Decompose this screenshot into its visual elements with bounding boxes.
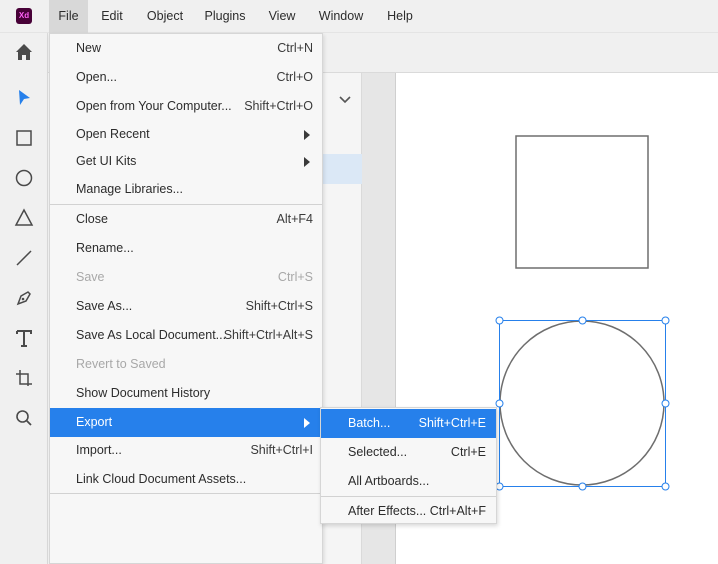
menu-view[interactable]: View: [264, 0, 300, 33]
menu-window[interactable]: Window: [314, 0, 368, 33]
rectangle-shape[interactable]: [515, 135, 649, 269]
ellipse-shape-selected[interactable]: [495, 316, 670, 491]
submenu-arrow-icon: [304, 130, 310, 140]
menu-item-close[interactable]: Close Alt+F4: [50, 205, 322, 234]
home-icon[interactable]: [12, 40, 36, 64]
menu-bar: Xd File Edit Object Plugins View Window …: [0, 0, 718, 33]
menu-file[interactable]: File: [49, 0, 88, 33]
menu-item-label: Save As Local Document...: [76, 328, 227, 342]
menu-item-label: Show Document History: [76, 386, 211, 400]
ellipse-icon[interactable]: [12, 166, 36, 190]
menu-item-import[interactable]: Import... Shift+Ctrl+I: [50, 436, 322, 465]
text-icon[interactable]: [12, 326, 36, 350]
polygon-icon[interactable]: [12, 206, 36, 230]
menu-item-label: After Effects...: [348, 504, 427, 518]
select-arrow-icon[interactable]: [12, 86, 36, 110]
menu-item-revert-to-saved: Revert to Saved: [50, 350, 322, 379]
menu-item-get-ui-kits[interactable]: Get UI Kits: [50, 147, 322, 176]
menu-item-shortcut: Shift+Ctrl+I: [250, 443, 313, 457]
menu-item-label: Batch...: [348, 416, 391, 430]
submenu-arrow-icon: [304, 418, 310, 428]
menu-item-label: Close: [76, 212, 108, 226]
menu-item-show-document-history[interactable]: Show Document History: [50, 379, 322, 408]
menu-item-shortcut: Shift+Ctrl+E: [418, 416, 486, 430]
menu-item-label: Link Cloud Document Assets...: [76, 472, 247, 486]
submenu-item-selected[interactable]: Selected... Ctrl+E: [321, 438, 496, 467]
menu-item-label: All Artboards...: [348, 474, 430, 488]
menu-item-open[interactable]: Open... Ctrl+O: [50, 63, 322, 92]
menu-item-new[interactable]: New Ctrl+N: [50, 34, 322, 63]
menu-item-label: Export: [76, 415, 113, 429]
zoom-icon[interactable]: [12, 406, 36, 430]
menu-item-label: Open...: [76, 70, 117, 84]
menu-item-rename[interactable]: Rename...: [50, 234, 322, 263]
menu-item-save: Save Ctrl+S: [50, 263, 322, 292]
menu-item-export[interactable]: Export: [50, 408, 322, 437]
menu-item-label: Import...: [76, 443, 122, 457]
chevron-down-icon[interactable]: [338, 93, 352, 107]
menu-item-label: Revert to Saved: [76, 357, 166, 371]
menu-item-link-cloud-assets[interactable]: Link Cloud Document Assets...: [50, 465, 322, 494]
menu-item-label: Get UI Kits: [76, 154, 137, 168]
menu-item-label: Rename...: [76, 241, 134, 255]
menu-edit[interactable]: Edit: [94, 0, 130, 33]
menu-item-label: Save: [76, 270, 105, 284]
selected-layer-row[interactable]: [322, 154, 362, 184]
xd-logo-icon: Xd: [16, 8, 32, 24]
menu-item-shortcut: Ctrl+N: [277, 41, 313, 55]
menu-item-label: Manage Libraries...: [76, 182, 184, 196]
menu-object[interactable]: Object: [140, 0, 190, 33]
line-icon[interactable]: [12, 246, 36, 270]
menu-item-save-as[interactable]: Save As... Shift+Ctrl+S: [50, 292, 322, 321]
submenu-item-all-artboards[interactable]: All Artboards...: [321, 467, 496, 496]
menu-item-label: Open from Your Computer...: [76, 99, 232, 113]
menu-help[interactable]: Help: [382, 0, 418, 33]
submenu-arrow-icon: [304, 157, 310, 167]
menu-item-label: New: [76, 41, 102, 55]
menu-item-label: Selected...: [348, 445, 408, 459]
menu-item-shortcut: Alt+F4: [276, 212, 313, 226]
menu-item-shortcut: Ctrl+E: [450, 445, 486, 459]
menu-item-open-recent[interactable]: Open Recent: [50, 120, 322, 149]
menu-item-open-from-computer[interactable]: Open from Your Computer... Shift+Ctrl+O: [50, 92, 322, 121]
pen-icon[interactable]: [12, 286, 36, 310]
submenu-item-after-effects[interactable]: After Effects... Ctrl+Alt+F: [321, 497, 496, 526]
menu-item-shortcut: Ctrl+S: [277, 270, 313, 284]
menu-item-label: Open Recent: [76, 127, 150, 141]
tool-bar: [0, 33, 48, 564]
menu-item-shortcut: Ctrl+Alt+F: [429, 504, 486, 518]
menu-item-manage-libraries[interactable]: Manage Libraries...: [50, 175, 322, 204]
submenu-item-batch[interactable]: Batch... Shift+Ctrl+E: [321, 409, 496, 438]
menu-item-shortcut: Shift+Ctrl+O: [244, 99, 313, 113]
file-menu-dropdown: New Ctrl+N Open... Ctrl+O Open from Your C…: [49, 33, 323, 564]
menu-item-shortcut: Shift+Ctrl+Alt+S: [223, 328, 313, 342]
menu-item-shortcut: Ctrl+O: [276, 70, 313, 84]
rectangle-icon[interactable]: [12, 126, 36, 150]
menu-item-label: Save As...: [76, 299, 133, 313]
menu-separator: [50, 493, 322, 494]
export-submenu: Batch... Shift+Ctrl+E Selected... Ctrl+E A…: [320, 407, 497, 524]
menu-item-shortcut: Shift+Ctrl+S: [245, 299, 313, 313]
artboard-icon[interactable]: [12, 366, 36, 390]
menu-plugins[interactable]: Plugins: [200, 0, 250, 33]
menu-item-save-as-local[interactable]: Save As Local Document... Shift+Ctrl+Alt+…: [50, 321, 322, 350]
